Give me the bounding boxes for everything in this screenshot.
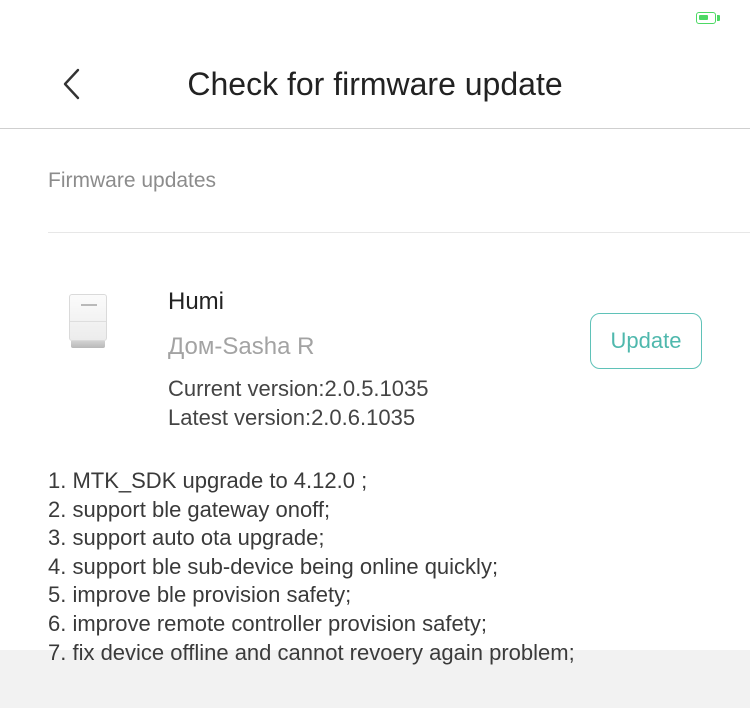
changelog-item: 5. improve ble provision safety;	[48, 582, 352, 608]
changelog-item: 3. support auto ota upgrade;	[48, 525, 325, 551]
changelog-item: 4. support ble sub-device being online q…	[48, 553, 499, 579]
device-label-mark	[81, 304, 97, 306]
page-title: Check for firmware update	[187, 66, 563, 102]
changelog-item: 6. improve remote controller provision s…	[48, 610, 487, 636]
chevron-left-icon	[63, 68, 80, 100]
humidifier-device-icon	[68, 294, 108, 350]
update-button[interactable]: Update	[590, 313, 702, 369]
back-button[interactable]	[52, 62, 92, 106]
device-body	[69, 294, 107, 341]
changelog-item: 1. MTK_SDK upgrade to 4.12.0 ;	[48, 468, 368, 493]
latest-version: Latest version:2.0.6.1035	[168, 405, 416, 430]
device-room: Дом-Sasha R	[168, 333, 315, 360]
changelog-list: 1. MTK_SDK upgrade to 4.12.0 ; 2. suppor…	[48, 467, 738, 667]
section-title: Firmware updates	[48, 169, 217, 192]
battery-body	[696, 12, 716, 24]
battery-cap	[717, 15, 720, 21]
changelog-item: 2. support ble gateway onoff;	[48, 496, 331, 522]
section-divider	[48, 232, 750, 233]
battery-level	[699, 15, 708, 20]
device-seam	[70, 321, 106, 322]
device-name: Humi	[168, 288, 225, 315]
changelog-item: 7. fix device offline and cannot revoery…	[48, 639, 575, 665]
header-divider	[0, 128, 750, 129]
device-base	[71, 341, 105, 348]
battery-icon	[696, 12, 722, 26]
current-version: Current version:2.0.5.1035	[168, 376, 429, 401]
